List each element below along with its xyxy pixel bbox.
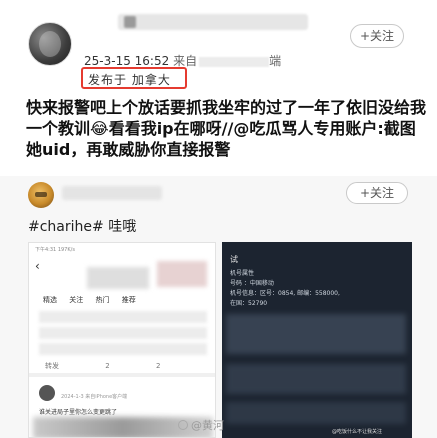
repost-image-left[interactable]: 下午4:31 197K/s ‹ 精选 关注 热门 推荐 转发 2 2 2024-… [28,242,216,438]
ip-location-highlight: 发布于 加拿大 [81,67,187,89]
repost-body: 哇哦 [108,219,137,235]
chevron-left-icon: ‹ [35,259,40,273]
hashtag-link[interactable]: #charihe# [28,219,104,235]
screenshot-commenter-avatar [39,385,55,401]
screenshot-tabs: 精选 关注 热门 推荐 [43,295,146,305]
caption-text: @黄河 [191,419,224,432]
screenshot-tab: 推荐 [121,296,136,304]
repost-text: #charihe# 哇哦 [28,216,136,236]
phone-info-blurred [226,402,406,424]
screenshot-row-blurred [39,327,207,339]
screenshot-comment-text: 谁关进局子里你怎么变更跳了 [39,409,118,416]
post-source-label: 来自 [173,54,198,68]
screenshot-row-blurred [39,311,207,323]
weibo-icon [178,420,188,430]
screenshot-comment-count: 2 [105,362,110,370]
repost-author-name-blurred[interactable] [62,186,162,200]
screenshot-row-blurred [39,343,207,355]
phone-info-line: 机号信息：区号：0854, 邮编：558000, [230,290,340,297]
author-name-blurred[interactable] [118,14,308,30]
screenshot-tab: 精选 [43,296,57,304]
follow-button[interactable]: +关注 [350,24,404,48]
repost-card[interactable]: +关注 #charihe# 哇哦 下午4:31 197K/s ‹ 精选 关注 热… [0,176,437,438]
image-watermark: @吃饭什么不让我关注 [332,429,383,435]
author-avatar[interactable] [28,22,72,66]
screenshot-tab: 关注 [69,296,84,304]
post-header: 25-3-15 16:52 来自 端 发布于 加拿大 +关注 [0,0,437,90]
phone-info-blurred [226,364,406,394]
repost-image-right[interactable]: 试 机号属性 号码 ：中国移动 机号信息：区号：0854, 邮编：558000,… [222,242,412,438]
phone-info-blurred [226,314,406,354]
screenshot-profile-blurred [87,267,149,289]
screenshot-repost-label: 转发 [45,362,59,370]
post-body-text: 快来报警吧上个放话要抓我坐牢的过了一年了依旧没给我一个教训😂看看我ip在哪呀//… [26,98,427,159]
source-blurred [199,56,270,67]
repost-author-avatar[interactable] [28,182,54,208]
repost-follow-button[interactable]: +关注 [346,182,408,204]
post-source-suffix: 端 [269,54,282,68]
screenshot-status-bar: 下午4:31 197K/s [35,247,75,253]
screenshot-like-count: 2 [155,362,161,370]
screenshot-avatar-blurred [157,261,207,287]
phone-info-line: 号码 ：中国移动 [230,280,274,287]
screenshot-comment-date: 2024-1-3 来自iPhone客户端 [61,394,128,400]
ip-location-text: 发布于 加拿大 [88,73,171,87]
screenshot-divider [29,373,215,377]
phone-info-line: 在国：52790 [230,300,268,307]
post-timestamp: 25-3-15 16:52 [84,54,170,68]
phone-info-line: 机号属性 [230,270,255,277]
screenshot-action-bar: 转发 2 2 [45,361,204,371]
screenshot-tab: 热门 [95,296,110,304]
phone-info-header: 试 [230,255,238,264]
image-caption: @黄河 [178,417,224,433]
